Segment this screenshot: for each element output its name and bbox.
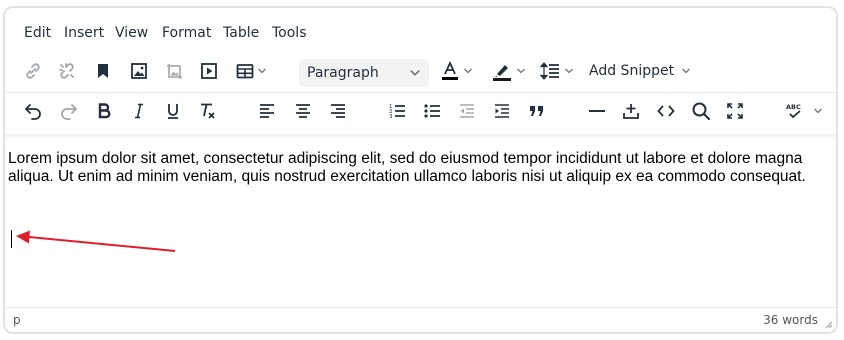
align-left-icon [260,104,274,118]
code-icon [657,105,675,117]
link-button[interactable] [19,54,47,88]
highlight-color-button[interactable] [486,54,532,88]
insert-image-button[interactable] [125,54,153,88]
align-left-button[interactable] [253,94,281,128]
line-height-button[interactable] [537,54,577,88]
insert-plus-icon [623,104,639,119]
menu-insert[interactable]: Insert [64,24,104,42]
align-center-icon [296,104,310,118]
underline-icon [168,104,178,119]
align-center-button[interactable] [289,94,317,128]
chevron-down-icon [682,68,691,74]
numbered-list-button[interactable]: 1 2 3 [383,94,411,128]
content-paragraph[interactable]: Lorem ipsum dolor sit amet, consectetur … [8,150,828,186]
svg-text:3: 3 [389,114,393,120]
clear-formatting-icon [201,103,215,119]
chevron-down-icon [517,68,525,74]
rich-text-editor: Edit Insert View Format Table Tools Para… [3,6,838,334]
svg-text:ABC: ABC [786,103,801,111]
edit-image-button[interactable] [160,54,188,88]
add-snippet-button[interactable]: Add Snippet [589,63,692,79]
text-color-icon [442,60,458,80]
bullet-list-button[interactable] [418,94,446,128]
bullet-list-icon [424,104,440,118]
text-color-button[interactable] [435,54,479,88]
media-icon [201,63,217,79]
outdent-icon [460,104,474,118]
block-format-value: Paragraph [307,65,379,81]
resize-handle-icon[interactable] [823,319,833,329]
menu-view[interactable]: View [115,24,148,42]
chevron-down-icon [814,108,822,114]
image-icon [131,63,147,79]
bookmark-button[interactable] [89,54,117,88]
link-icon [26,63,40,79]
block-format-select[interactable]: Paragraph [299,59,429,87]
editor-content-area[interactable]: Lorem ipsum dolor sit amet, consectetur … [8,150,828,186]
toolbar-row-2: 1 2 3 ABC [5,94,836,132]
fullscreen-icon [727,103,743,119]
toolbar-row-1: Paragraph Add Snippet [5,54,836,92]
fullscreen-button[interactable] [721,94,749,128]
statusbar: p 36 words [5,307,836,332]
menubar: Edit Insert View Format Table Tools [5,8,836,54]
source-code-button[interactable] [652,94,680,128]
word-count[interactable]: 36 words [763,313,818,327]
redo-icon [61,104,77,120]
unlink-icon [59,63,74,79]
align-right-button[interactable] [324,94,352,128]
clear-formatting-button[interactable] [194,94,222,128]
element-path[interactable]: p [13,313,21,327]
horizontal-line-icon [589,110,605,112]
edit-image-icon [167,64,182,79]
menu-tools[interactable]: Tools [272,24,307,42]
bold-button[interactable] [90,94,118,128]
search-icon [692,102,711,121]
text-caret [11,230,12,248]
menu-table[interactable]: Table [223,24,259,42]
bold-icon [98,103,111,119]
chevron-down-icon [410,70,420,76]
bookmark-icon [98,64,108,78]
outdent-button[interactable] [453,94,481,128]
highlighter-icon [493,65,511,81]
blockquote-button[interactable] [523,94,551,128]
menu-format[interactable]: Format [162,24,211,42]
indent-button[interactable] [488,94,516,128]
toolbar-shadow [5,134,836,140]
undo-button[interactable] [19,94,47,128]
italic-button[interactable] [125,94,153,128]
spellcheck-button[interactable]: ABC [781,94,827,128]
unlink-button[interactable] [53,54,81,88]
insert-media-button[interactable] [195,54,223,88]
add-snippet-label: Add Snippet [589,63,675,79]
table-button[interactable] [231,54,271,88]
spellcheck-icon: ABC [786,103,801,119]
redo-button[interactable] [55,94,83,128]
italic-icon [135,103,143,119]
chevron-down-icon [565,68,573,74]
align-right-icon [331,104,345,118]
chevron-down-icon [258,68,266,74]
numbered-list-icon: 1 2 3 [389,104,405,120]
menu-edit[interactable]: Edit [24,24,51,42]
table-icon [236,64,254,79]
chevron-down-icon [464,68,472,74]
quote-icon [530,106,543,116]
insert-content-button[interactable] [617,94,645,128]
underline-button[interactable] [159,94,187,128]
horizontal-line-button[interactable] [583,94,611,128]
indent-icon [495,104,509,118]
toolbar-divider [5,92,836,93]
undo-icon [25,104,41,120]
line-height-icon [539,62,559,80]
search-button[interactable] [687,94,715,128]
